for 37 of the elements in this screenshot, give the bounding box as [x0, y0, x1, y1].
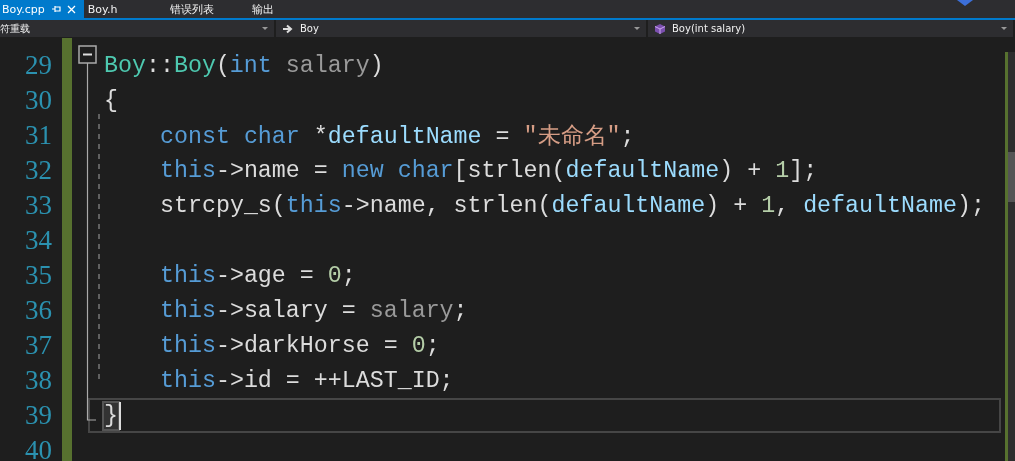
line-number: 36 — [24, 294, 53, 327]
code-line: this->salary = salary; — [160, 297, 468, 324]
arrow-icon — [282, 23, 294, 34]
file-tab[interactable]: Boy.cpp — [0, 0, 84, 18]
code-line: this->age = 0; — [160, 262, 356, 289]
close-icon[interactable] — [66, 4, 76, 14]
text-cursor — [119, 401, 121, 430]
line-number: 40 — [24, 434, 53, 461]
file-tab[interactable]: 错误列表 — [165, 0, 248, 18]
pin-icon[interactable] — [50, 5, 61, 13]
line-number: 34 — [24, 224, 53, 257]
code-line: Boy::Boy(int salary) — [104, 52, 384, 79]
file-tab[interactable]: Boy.h — [83, 0, 166, 18]
code-line: const char *defaultName = "未命名"; — [160, 123, 635, 151]
line-number: 31 — [24, 119, 53, 152]
line-number: 30 — [24, 84, 53, 117]
line-number: 32 — [24, 154, 53, 187]
cube-icon — [654, 22, 666, 35]
code-line: this->darkHorse = 0; — [160, 332, 440, 359]
line-number: 39 — [24, 399, 53, 432]
line-number: 35 — [24, 259, 53, 292]
code-line: this->name = new char[strlen(defaultName) + 1]; — [160, 157, 818, 184]
diamond-icon — [957, 0, 973, 6]
caret-icon — [634, 27, 640, 30]
code-line: { — [104, 87, 118, 114]
caret-icon — [1001, 27, 1007, 30]
navigation-dropdown[interactable]: Boy(int salary) — [648, 20, 1015, 37]
code-line: strcpy_s(this->name, strlen(defaultName) + 1, defaultName); — [160, 192, 985, 219]
line-number: 37 — [24, 329, 53, 362]
file-tab[interactable]: 输出 — [247, 0, 330, 18]
line-number: 38 — [24, 364, 53, 397]
line-number: 33 — [24, 189, 53, 222]
vertical-scrollbar[interactable] — [1005, 52, 1015, 461]
line-number: 29 — [24, 49, 53, 82]
navigation-dropdown[interactable]: Boy — [276, 20, 648, 37]
code-line: this->id = ++LAST_ID; — [160, 367, 454, 394]
caret-icon — [262, 27, 268, 30]
